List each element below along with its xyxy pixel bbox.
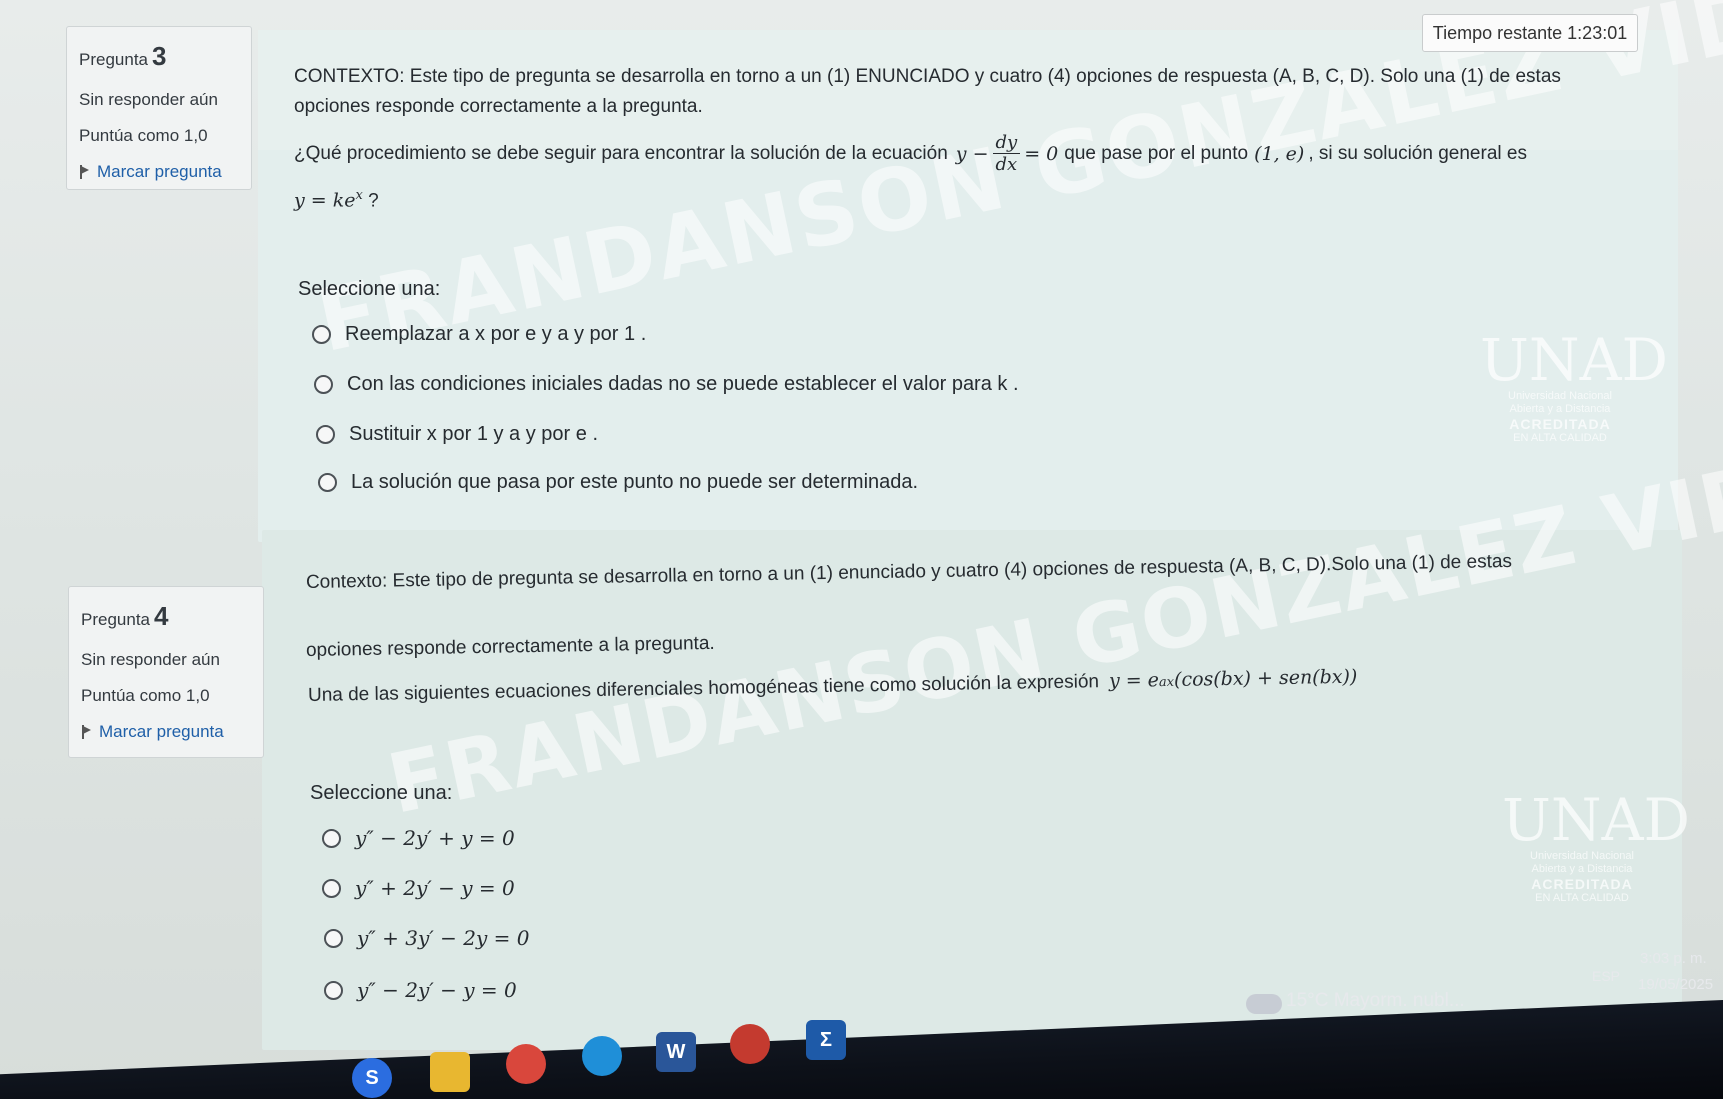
question-status: Sin responder aún: [81, 650, 220, 669]
chrome-icon[interactable]: [506, 1044, 546, 1084]
flag-label: Marcar pregunta: [97, 162, 222, 181]
q4-option-c[interactable]: y″ + 3y′ − 2y = 0: [324, 926, 530, 950]
word-icon[interactable]: W: [656, 1032, 696, 1072]
option-label: y″ + 2y′ − y = 0: [355, 876, 515, 900]
logo-quality: EN ALTA CALIDAD: [1535, 892, 1629, 904]
question-number: Pregunta 3: [79, 41, 167, 71]
radio-button[interactable]: [314, 375, 333, 394]
q4-expr-base: y = e: [1108, 669, 1160, 693]
q3-option-a[interactable]: Reemplazar a x por e y a y por 1 .: [312, 323, 646, 346]
flag-icon: [81, 725, 93, 739]
q4-option-a[interactable]: y″ − 2y′ + y = 0: [322, 826, 515, 850]
question-4-info: Pregunta 4 Sin responder aún Puntúa como …: [68, 586, 264, 758]
q3-option-b[interactable]: Con las condiciones iniciales dadas no s…: [314, 373, 1019, 396]
logo-accredited: ACREDITADA: [1509, 416, 1611, 432]
logo-mark: UNAD: [1502, 786, 1691, 854]
q3-context-line2: opciones responde correctamente a la pre…: [294, 96, 703, 117]
question-score: Puntúa como 1,0: [81, 686, 210, 705]
logo-line2: Abierta y a Distancia: [1509, 403, 1611, 415]
unad-logo-1: UNAD Universidad Nacional Abierta y a Di…: [1480, 326, 1669, 445]
q4-select-label: Seleccione una:: [310, 782, 453, 804]
question-status: Sin responder aún: [79, 90, 218, 109]
question-3-info: Pregunta 3 Sin responder aún Puntúa como …: [66, 26, 252, 190]
option-label: Sustituir x por 1 y a y por e .: [349, 423, 598, 445]
question-number: Pregunta 4: [81, 601, 169, 631]
radio-button[interactable]: [324, 980, 343, 1000]
question-score: Puntúa como 1,0: [79, 126, 208, 145]
q3-solution: y = kex ?: [294, 188, 379, 212]
unad-logo-2: UNAD Universidad Nacional Abierta y a Di…: [1502, 786, 1691, 905]
q3-context-line1: CONTEXTO: Este tipo de pregunta se desar…: [294, 66, 1561, 87]
language-indicator[interactable]: ESP: [1592, 968, 1620, 984]
option-label: La solución que pasa por este punto no p…: [351, 471, 919, 493]
flag-icon: [79, 165, 91, 179]
q3-question-mid: que pase por el punto: [1064, 142, 1249, 164]
q3-question-end: ?: [368, 190, 379, 212]
fraction-denominator: dx: [995, 154, 1018, 175]
option-label: y″ − 2y′ + y = 0: [355, 826, 515, 850]
logo-accredited: ACREDITADA: [1531, 876, 1633, 892]
logo-quality: EN ALTA CALIDAD: [1513, 432, 1607, 444]
q3-option-d[interactable]: La solución que pasa por este punto no p…: [318, 471, 918, 494]
file-explorer-icon[interactable]: [430, 1052, 470, 1092]
flag-question-button[interactable]: Marcar pregunta: [81, 722, 251, 742]
math-app-icon[interactable]: Σ: [806, 1020, 846, 1060]
logo-mark: UNAD: [1480, 326, 1669, 394]
fraction-numerator: dy: [992, 132, 1021, 154]
clock-date[interactable]: 19/05/2025: [1638, 976, 1713, 993]
q4-expr-exp: ax: [1158, 674, 1175, 691]
radio-button[interactable]: [322, 828, 341, 848]
radio-button[interactable]: [318, 473, 337, 492]
option-label: Con las condiciones iniciales dadas no s…: [347, 373, 1019, 395]
option-label: y″ − 2y′ − y = 0: [357, 978, 517, 1002]
radio-button[interactable]: [312, 325, 331, 344]
q4-option-d[interactable]: y″ − 2y′ − y = 0: [324, 978, 517, 1002]
q4-option-b[interactable]: y″ + 2y′ − y = 0: [322, 876, 515, 900]
skype-icon[interactable]: S: [352, 1058, 392, 1098]
flag-question-button[interactable]: Marcar pregunta: [79, 162, 239, 182]
q3-eq-left: y −: [955, 142, 989, 165]
q3-select-label: Seleccione una:: [298, 278, 441, 300]
q3-solution-exp: x: [355, 188, 363, 203]
radio-button[interactable]: [316, 425, 335, 444]
q4-expr-rest: (cos(bx) + sen(bx)): [1173, 665, 1358, 691]
q3-solution-eq: y = ke: [294, 189, 356, 212]
time-remaining: Tiempo restante 1:23:01: [1422, 14, 1638, 52]
edge-icon[interactable]: [582, 1036, 622, 1076]
logo-line2: Abierta y a Distancia: [1531, 863, 1633, 875]
q3-fraction: dy dx: [992, 132, 1021, 175]
q3-option-c[interactable]: Sustituir x por 1 y a y por e .: [316, 423, 598, 446]
timer-label: Tiempo restante: [1432, 23, 1563, 43]
q3-eq-right: = 0: [1024, 142, 1059, 165]
flag-label: Marcar pregunta: [99, 722, 224, 741]
q3-question-post: , si su solución general es: [1308, 142, 1527, 164]
q3-question: ¿Qué procedimiento se debe seguir para e…: [294, 132, 1527, 175]
weather-text[interactable]: 15°C Mayorm. nubl...: [1286, 990, 1465, 1012]
clock-time[interactable]: 3:03 p. m.: [1640, 950, 1707, 967]
q3-point: (1, e): [1254, 142, 1305, 165]
option-label: Reemplazar a x por e y a y por 1 .: [345, 323, 647, 345]
chrome-profile-icon[interactable]: [730, 1024, 770, 1064]
timer-value: 1:23:01: [1567, 23, 1628, 43]
option-label: y″ + 3y′ − 2y = 0: [357, 926, 530, 950]
radio-button[interactable]: [324, 928, 343, 948]
cloud-icon: [1246, 994, 1282, 1014]
q3-question-text: ¿Qué procedimiento se debe seguir para e…: [294, 142, 948, 164]
radio-button[interactable]: [322, 878, 341, 898]
